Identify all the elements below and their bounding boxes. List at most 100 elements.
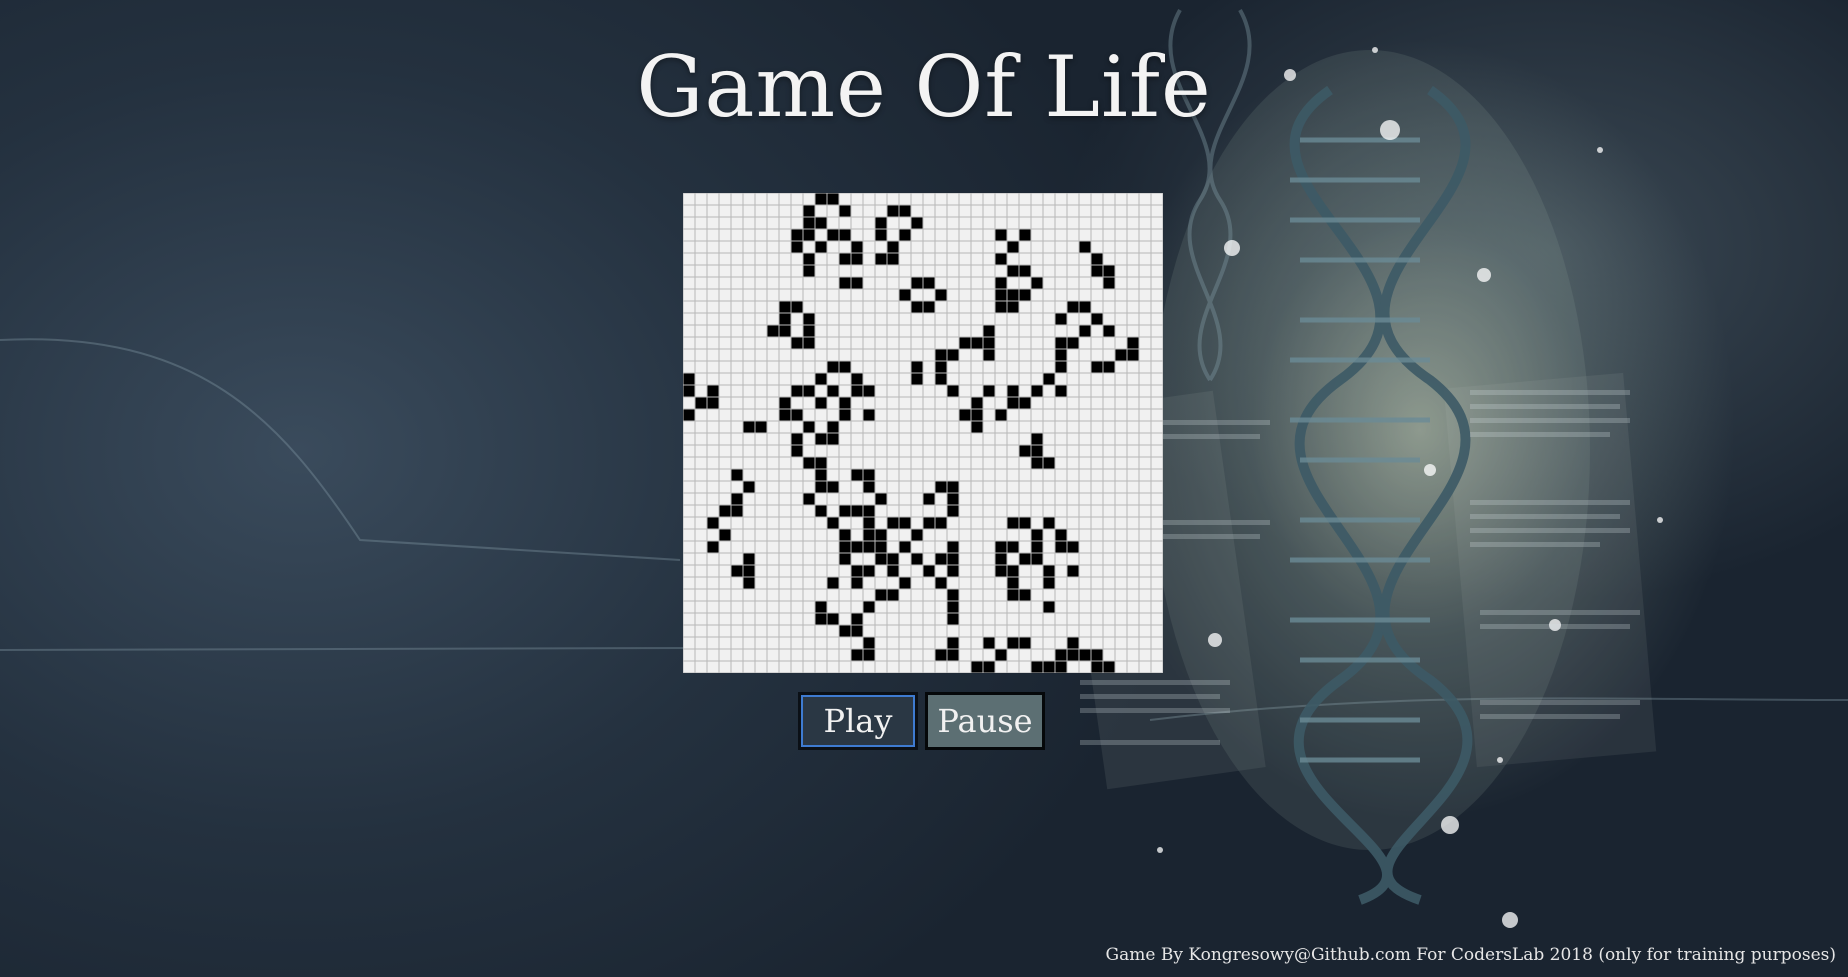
live-cell[interactable] (803, 493, 815, 505)
live-cell[interactable] (803, 385, 815, 397)
live-cell[interactable] (851, 565, 863, 577)
live-cell[interactable] (863, 649, 875, 661)
live-cell[interactable] (1043, 373, 1055, 385)
live-cell[interactable] (803, 253, 815, 265)
live-cell[interactable] (815, 481, 827, 493)
live-cell[interactable] (863, 481, 875, 493)
live-cell[interactable] (911, 277, 923, 289)
live-cell[interactable] (779, 409, 791, 421)
live-cell[interactable] (1019, 589, 1031, 601)
live-cell[interactable] (827, 433, 839, 445)
live-cell[interactable] (815, 433, 827, 445)
live-cell[interactable] (815, 397, 827, 409)
live-cell[interactable] (1103, 661, 1115, 673)
live-cell[interactable] (707, 397, 719, 409)
live-cell[interactable] (899, 517, 911, 529)
live-cell[interactable] (815, 241, 827, 253)
live-cell[interactable] (863, 529, 875, 541)
live-cell[interactable] (827, 613, 839, 625)
live-cell[interactable] (791, 433, 803, 445)
live-cell[interactable] (1031, 445, 1043, 457)
live-cell[interactable] (815, 373, 827, 385)
live-cell[interactable] (911, 553, 923, 565)
live-cell[interactable] (1043, 577, 1055, 589)
live-cell[interactable] (839, 205, 851, 217)
live-cell[interactable] (935, 649, 947, 661)
live-cell[interactable] (1007, 637, 1019, 649)
live-cell[interactable] (1103, 277, 1115, 289)
live-cell[interactable] (935, 517, 947, 529)
live-cell[interactable] (743, 577, 755, 589)
live-cell[interactable] (1043, 601, 1055, 613)
live-cell[interactable] (1079, 649, 1091, 661)
live-cell[interactable] (1019, 553, 1031, 565)
live-cell[interactable] (1043, 565, 1055, 577)
live-cell[interactable] (779, 325, 791, 337)
live-cell[interactable] (791, 409, 803, 421)
live-cell[interactable] (815, 217, 827, 229)
live-cell[interactable] (1019, 397, 1031, 409)
live-cell[interactable] (827, 481, 839, 493)
live-cell[interactable] (851, 541, 863, 553)
live-cell[interactable] (1007, 565, 1019, 577)
live-cell[interactable] (1091, 253, 1103, 265)
live-cell[interactable] (803, 421, 815, 433)
live-cell[interactable] (935, 373, 947, 385)
live-cell[interactable] (947, 385, 959, 397)
live-cell[interactable] (815, 469, 827, 481)
live-cell[interactable] (1007, 265, 1019, 277)
live-cell[interactable] (995, 409, 1007, 421)
live-cell[interactable] (947, 637, 959, 649)
live-cell[interactable] (983, 661, 995, 673)
live-cell[interactable] (683, 373, 695, 385)
live-cell[interactable] (875, 529, 887, 541)
live-cell[interactable] (1007, 385, 1019, 397)
live-cell[interactable] (935, 481, 947, 493)
live-cell[interactable] (863, 505, 875, 517)
live-cell[interactable] (863, 385, 875, 397)
live-cell[interactable] (875, 253, 887, 265)
live-cell[interactable] (1007, 289, 1019, 301)
live-cell[interactable] (851, 649, 863, 661)
live-cell[interactable] (1019, 229, 1031, 241)
live-cell[interactable] (947, 565, 959, 577)
live-cell[interactable] (1007, 397, 1019, 409)
live-cell[interactable] (743, 553, 755, 565)
live-cell[interactable] (995, 277, 1007, 289)
live-cell[interactable] (863, 637, 875, 649)
live-cell[interactable] (827, 421, 839, 433)
live-cell[interactable] (1031, 277, 1043, 289)
live-cell[interactable] (803, 313, 815, 325)
live-cell[interactable] (1055, 349, 1067, 361)
live-cell[interactable] (803, 205, 815, 217)
live-cell[interactable] (815, 457, 827, 469)
live-cell[interactable] (947, 481, 959, 493)
live-cell[interactable] (935, 361, 947, 373)
live-cell[interactable] (719, 529, 731, 541)
live-cell[interactable] (875, 589, 887, 601)
game-grid[interactable] (683, 193, 1163, 673)
live-cell[interactable] (1007, 577, 1019, 589)
live-cell[interactable] (1031, 529, 1043, 541)
live-cell[interactable] (983, 349, 995, 361)
live-cell[interactable] (923, 517, 935, 529)
live-cell[interactable] (1007, 301, 1019, 313)
live-cell[interactable] (959, 409, 971, 421)
live-cell[interactable] (791, 445, 803, 457)
live-cell[interactable] (1091, 265, 1103, 277)
live-cell[interactable] (887, 589, 899, 601)
live-cell[interactable] (731, 493, 743, 505)
live-cell[interactable] (971, 661, 983, 673)
live-cell[interactable] (827, 229, 839, 241)
live-cell[interactable] (815, 613, 827, 625)
live-cell[interactable] (683, 409, 695, 421)
live-cell[interactable] (875, 493, 887, 505)
live-cell[interactable] (839, 409, 851, 421)
live-cell[interactable] (1007, 541, 1019, 553)
live-cell[interactable] (983, 337, 995, 349)
live-cell[interactable] (827, 577, 839, 589)
live-cell[interactable] (1091, 313, 1103, 325)
live-cell[interactable] (1103, 265, 1115, 277)
live-cell[interactable] (995, 541, 1007, 553)
live-cell[interactable] (683, 385, 695, 397)
